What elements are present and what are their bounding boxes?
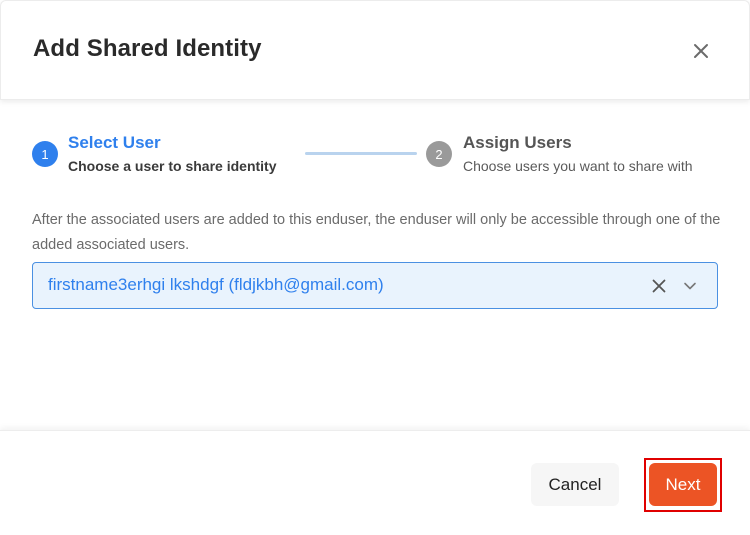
step-connector — [305, 152, 417, 155]
description-text: After the associated users are added to … — [32, 212, 721, 253]
step-2-number: 2 — [426, 141, 452, 167]
step-1-subtitle: Choose a user to share identity — [68, 158, 277, 174]
dialog-title: Add Shared Identity — [33, 35, 262, 62]
clear-selection-button[interactable] — [648, 275, 670, 297]
step-2-subtitle: Choose users you want to share with — [463, 158, 693, 174]
next-button[interactable]: Next — [649, 463, 717, 506]
cancel-button[interactable]: Cancel — [531, 463, 619, 506]
close-icon — [652, 279, 666, 293]
user-select[interactable]: firstname3erhgi lkshdgf (fldjkbh@gmail.c… — [32, 262, 718, 309]
step-1-title: Select User — [68, 133, 161, 152]
close-icon — [694, 44, 708, 58]
chevron-down-icon — [684, 282, 696, 290]
dialog-footer: Cancel Next — [0, 430, 750, 535]
stepper: 1 Select User Choose a user to share ide… — [32, 130, 722, 180]
dialog-header: Add Shared Identity — [0, 0, 750, 100]
step-2-title: Assign Users — [463, 133, 572, 152]
close-button[interactable] — [687, 37, 715, 65]
step-1-number: 1 — [32, 141, 58, 167]
selected-user-value: firstname3erhgi lkshdgf (fldjkbh@gmail.c… — [48, 275, 384, 294]
dropdown-toggle[interactable] — [680, 276, 700, 296]
